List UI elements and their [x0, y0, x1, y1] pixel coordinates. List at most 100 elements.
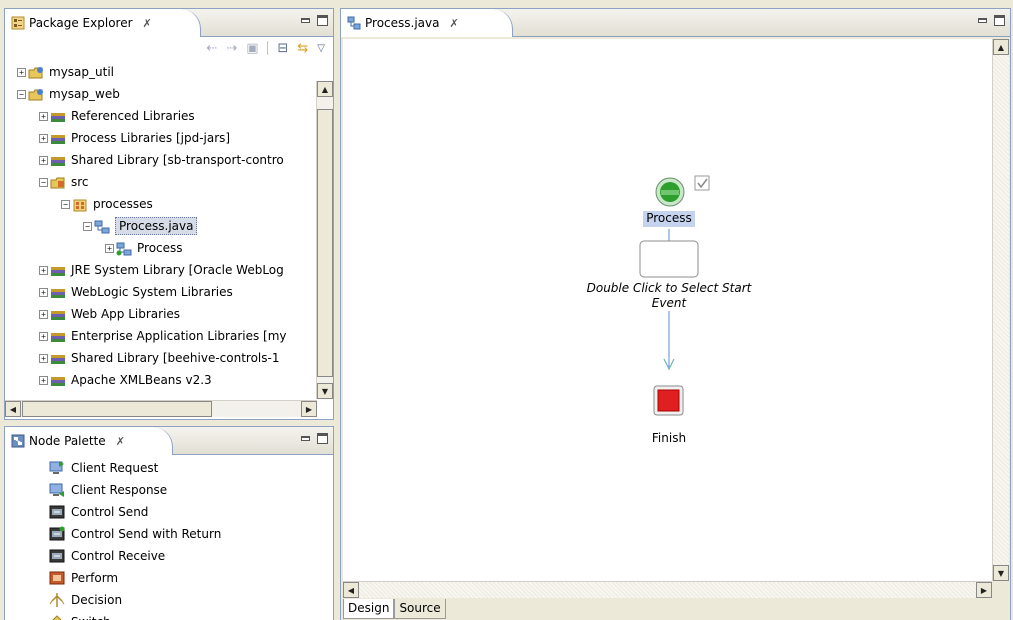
source-folder-icon	[50, 175, 67, 189]
package-explorer-window-buttons	[300, 15, 328, 26]
collapse-icon[interactable]: −	[83, 221, 92, 231]
library-icon	[50, 131, 67, 145]
scroll-left-button[interactable]: ◀	[343, 582, 359, 598]
library-icon	[50, 285, 67, 299]
tree-item[interactable]: − processes	[5, 193, 317, 215]
project-icon	[28, 65, 45, 79]
editor-bottom-tabs: Design Source	[343, 599, 1010, 620]
tree-vertical-scrollbar[interactable]: ▲ ▼	[316, 81, 333, 399]
start-node[interactable]	[655, 177, 685, 207]
collapse-icon[interactable]: −	[61, 199, 70, 209]
checkbox-icon[interactable]	[694, 175, 710, 191]
node-palette-tab[interactable]: Node Palette ✗	[5, 427, 173, 455]
palette-item[interactable]: Client Response	[49, 479, 333, 501]
expand-icon[interactable]: +	[39, 133, 48, 143]
tree-item[interactable]: + JRE System Library [Oracle WebLog	[5, 259, 317, 281]
palette-item-label: Control Send with Return	[71, 527, 222, 541]
tree-horizontal-scrollbar[interactable]: ◀ ▶	[5, 400, 317, 417]
collapse-icon[interactable]: −	[17, 89, 26, 99]
minimize-icon[interactable]	[300, 433, 311, 444]
tree-item[interactable]: + Shared Library [sb-transport-contro	[5, 149, 317, 171]
expand-icon[interactable]: +	[39, 265, 48, 275]
palette-item-label: Client Request	[71, 461, 159, 475]
up-folder-icon[interactable]: ▣	[246, 41, 258, 56]
start-event-box[interactable]	[639, 240, 699, 278]
tree-item-label: processes	[93, 197, 153, 211]
palette-item[interactable]: Control Send with Return	[49, 523, 333, 545]
expand-icon[interactable]: +	[39, 331, 48, 341]
library-icon	[50, 109, 67, 123]
collapse-all-icon[interactable]: ⊟	[277, 41, 288, 56]
tab-source[interactable]: Source	[394, 599, 446, 619]
expand-icon[interactable]: +	[17, 67, 26, 77]
tree-item[interactable]: + WebLogic System Libraries	[5, 281, 317, 303]
expand-icon[interactable]: +	[105, 243, 114, 253]
tree-item[interactable]: + Process Libraries [jpd-jars]	[5, 127, 317, 149]
scroll-right-button[interactable]: ▶	[976, 582, 992, 598]
minimize-icon[interactable]	[977, 15, 988, 26]
control-receive-icon	[49, 548, 65, 564]
editor-tabbar: Process.java ✗	[341, 9, 1010, 37]
tree-item[interactable]: + Shared Library [beehive-controls-1	[5, 347, 317, 369]
close-icon[interactable]: ✗	[449, 17, 458, 30]
scroll-left-button[interactable]: ◀	[5, 401, 21, 417]
scroll-thumb-horizontal[interactable]	[22, 401, 212, 417]
tree-item[interactable]: − src	[5, 171, 317, 193]
scroll-down-button[interactable]: ▼	[317, 383, 333, 399]
expand-icon[interactable]: +	[39, 111, 48, 121]
canvas-horizontal-scrollbar[interactable]: ◀ ▶	[343, 581, 992, 598]
expand-icon[interactable]: +	[39, 309, 48, 319]
node-palette-window-buttons	[300, 433, 328, 444]
expand-icon[interactable]: +	[39, 155, 48, 165]
library-icon	[50, 307, 67, 321]
expand-icon[interactable]: +	[39, 287, 48, 297]
tree-item[interactable]: + Apache XMLBeans v2.3	[5, 369, 317, 391]
minimize-icon[interactable]	[300, 15, 311, 26]
tree-item[interactable]: + Web App Libraries	[5, 303, 317, 325]
expand-icon[interactable]: +	[39, 375, 48, 385]
expand-icon[interactable]: +	[39, 353, 48, 363]
back-arrow-icon[interactable]: ⇠	[206, 41, 217, 56]
tree-item[interactable]: + mysap_util	[5, 61, 317, 83]
library-icon	[50, 263, 67, 277]
view-menu-icon[interactable]: ▽	[317, 43, 325, 54]
canvas-vertical-scrollbar[interactable]: ▲ ▼	[992, 39, 1009, 581]
library-icon	[50, 373, 67, 387]
palette-item[interactable]: Control Receive	[49, 545, 333, 567]
editor-tab-title: Process.java	[365, 16, 440, 30]
scroll-up-button[interactable]: ▲	[317, 81, 333, 97]
palette-item[interactable]: Decision	[49, 589, 333, 611]
scroll-right-button[interactable]: ▶	[301, 401, 317, 417]
tab-design[interactable]: Design	[343, 599, 395, 619]
collapse-icon[interactable]: −	[39, 177, 48, 187]
finish-node[interactable]	[653, 385, 684, 416]
tree-item[interactable]: − mysap_web	[5, 83, 317, 105]
tree-item[interactable]: + Enterprise Application Libraries [my	[5, 325, 317, 347]
perform-icon	[49, 570, 65, 586]
scroll-up-button[interactable]: ▲	[993, 39, 1009, 55]
link-with-editor-icon[interactable]: ⇆	[297, 41, 308, 56]
tree-item[interactable]: − Process.java	[5, 215, 317, 237]
scroll-down-button[interactable]: ▼	[993, 565, 1009, 581]
start-node-label[interactable]: Process	[637, 211, 701, 225]
forward-arrow-icon[interactable]: ⇢	[226, 41, 237, 56]
palette-item[interactable]: Control Send	[49, 501, 333, 523]
tree-item-label: Shared Library [beehive-controls-1	[71, 351, 280, 365]
editor-tab-process-java[interactable]: Process.java ✗	[341, 9, 513, 37]
scroll-thumb[interactable]	[317, 109, 333, 377]
maximize-icon[interactable]	[994, 15, 1005, 26]
tree-item[interactable]: + Process	[5, 237, 317, 259]
process-design-canvas[interactable]: Process Double Click to Select Start Eve…	[343, 39, 992, 581]
tree-item[interactable]: + Referenced Libraries	[5, 105, 317, 127]
package-explorer-title: Package Explorer	[29, 16, 133, 30]
maximize-icon[interactable]	[317, 433, 328, 444]
palette-item[interactable]: Switch	[49, 611, 333, 620]
tree-item-label: WebLogic System Libraries	[71, 285, 233, 299]
palette-item[interactable]: Perform	[49, 567, 333, 589]
close-icon[interactable]: ✗	[143, 17, 152, 30]
package-explorer-tab[interactable]: Package Explorer ✗	[5, 9, 201, 37]
palette-item[interactable]: Client Request	[49, 457, 333, 479]
maximize-icon[interactable]	[317, 15, 328, 26]
tree-item-label: Shared Library [sb-transport-contro	[71, 153, 284, 167]
close-icon[interactable]: ✗	[116, 435, 125, 448]
